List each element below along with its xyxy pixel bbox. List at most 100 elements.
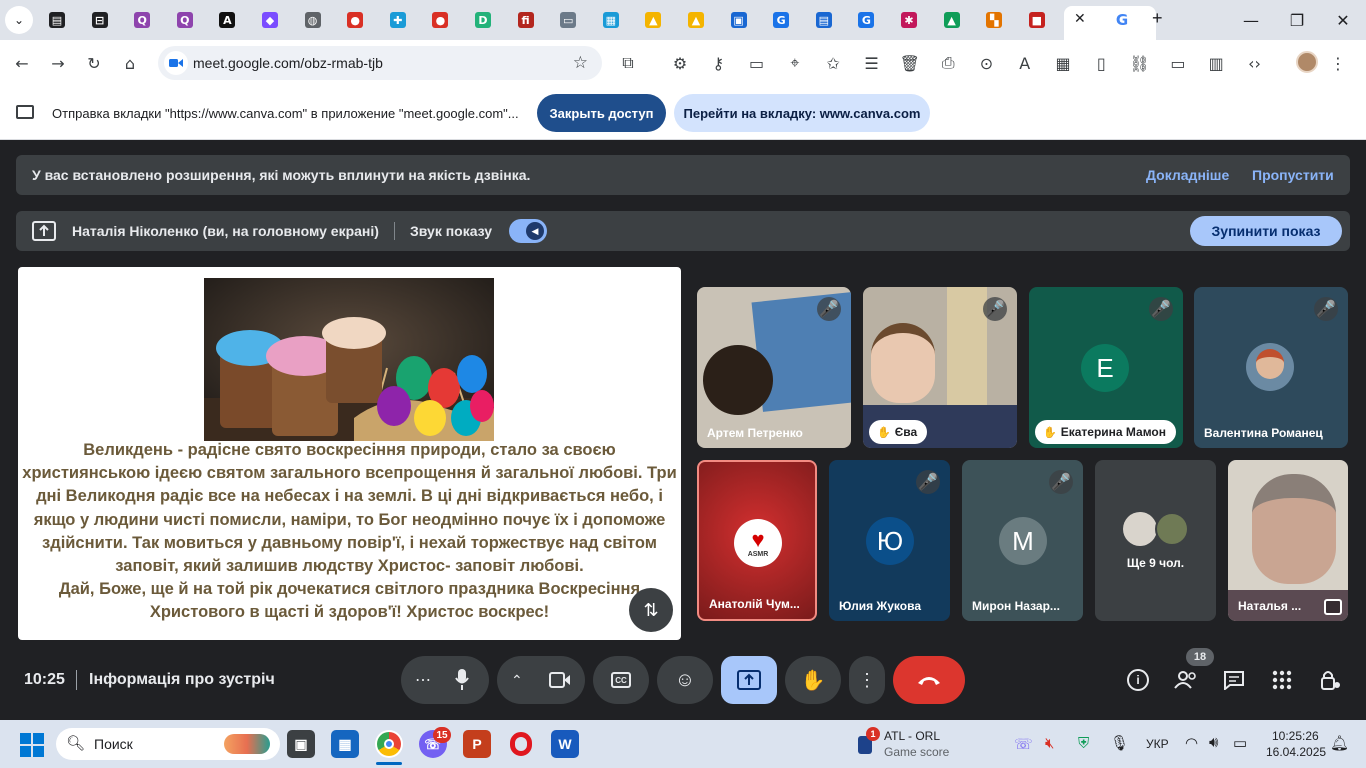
- browser-tab[interactable]: ▤: [42, 6, 72, 34]
- link-icon[interactable]: ⛓: [1128, 52, 1152, 74]
- swap-layout-button[interactable]: ⇅: [629, 588, 673, 632]
- windows-start-icon[interactable]: [20, 733, 44, 757]
- url-text[interactable]: meet.google.com/obz-rmab-tjb: [193, 55, 383, 71]
- chrome-icon[interactable]: [375, 730, 403, 758]
- clock-date[interactable]: 16.04.2025: [1266, 745, 1326, 759]
- profile-avatar[interactable]: [1296, 51, 1318, 73]
- reader-icon[interactable]: ☰: [860, 52, 884, 74]
- volume-icon[interactable]: 🔊︎: [1209, 734, 1218, 751]
- home-button[interactable]: ⌂: [118, 52, 142, 74]
- browser-tab[interactable]: ◆: [255, 6, 285, 34]
- activities-button[interactable]: [1266, 664, 1298, 696]
- viber-tray-icon[interactable]: ☏: [1014, 735, 1033, 753]
- browser-tab[interactable]: ▲: [681, 6, 711, 34]
- minimize-button[interactable]: —: [1228, 6, 1274, 34]
- chat-button[interactable]: [1218, 664, 1250, 696]
- learn-more-link[interactable]: Докладніше: [1146, 167, 1229, 183]
- browser-tab[interactable]: fi: [511, 6, 541, 34]
- browser-tab[interactable]: ▭: [553, 6, 583, 34]
- menu-dots-icon[interactable]: ⋮: [1326, 52, 1350, 74]
- more-options-button[interactable]: ⋮: [849, 656, 885, 704]
- battery-icon[interactable]: ▭: [1233, 734, 1247, 752]
- extensions-icon[interactable]: ⧉: [616, 52, 640, 74]
- print-edit-icon[interactable]: ⚙: [668, 52, 692, 74]
- pip-icon[interactable]: [1324, 599, 1342, 615]
- camera-button-group[interactable]: ⌃: [497, 656, 585, 704]
- taskbar-search[interactable]: 🔍︎ Поиск: [56, 728, 280, 760]
- browser-tab[interactable]: ●: [340, 6, 370, 34]
- browser-tab[interactable]: ✱: [894, 6, 924, 34]
- reload-button[interactable]: ↻: [82, 52, 106, 74]
- close-window-button[interactable]: ✕: [1320, 6, 1366, 34]
- meeting-details-button[interactable]: i: [1122, 664, 1154, 696]
- browser-tab[interactable]: G: [851, 6, 881, 34]
- browser-tab[interactable]: ▚: [979, 6, 1009, 34]
- lens-icon[interactable]: ⊙: [974, 52, 998, 74]
- translate-icon[interactable]: A: [1013, 52, 1037, 74]
- devices-icon[interactable]: ▭: [1166, 52, 1190, 74]
- browser-tab[interactable]: ✚: [383, 6, 413, 34]
- trash-icon[interactable]: 🗑︎: [898, 52, 922, 74]
- raise-hand-button[interactable]: ✋: [785, 656, 841, 704]
- code-icon[interactable]: ‹›: [1243, 52, 1267, 74]
- qr-icon[interactable]: ▦: [1051, 52, 1075, 74]
- browser-tab[interactable]: ●: [425, 6, 455, 34]
- clock-time[interactable]: 10:25:26: [1272, 729, 1319, 743]
- browser-tab[interactable]: ▲: [937, 6, 967, 34]
- tab-search-button[interactable]: ⌄: [4, 6, 34, 34]
- participant-tile-valentina[interactable]: 🎤 Валентина Романец: [1194, 287, 1348, 448]
- card-icon[interactable]: ▭: [745, 52, 769, 74]
- host-controls-button[interactable]: [1314, 664, 1346, 696]
- skip-link[interactable]: Пропустити: [1252, 167, 1334, 183]
- browser-tab[interactable]: Q: [127, 6, 157, 34]
- browser-tab[interactable]: ▤: [809, 6, 839, 34]
- share-sound-toggle[interactable]: ◀: [509, 219, 547, 243]
- new-tab-button[interactable]: +: [1152, 8, 1163, 29]
- store-icon[interactable]: ▦: [331, 730, 359, 758]
- close-tab-icon[interactable]: ✕: [1074, 10, 1086, 27]
- print-icon[interactable]: ⎙: [936, 52, 960, 74]
- active-tab[interactable]: G ✕: [1064, 6, 1156, 40]
- participant-tile-anatoliy[interactable]: ♥ ASMR Анатолій Чум...: [697, 460, 817, 621]
- forward-button[interactable]: →: [46, 52, 70, 74]
- browser-tab[interactable]: ■: [1022, 6, 1052, 34]
- browser-tab[interactable]: ▣: [724, 6, 754, 34]
- powerpoint-icon[interactable]: P: [463, 730, 491, 758]
- browser-tab[interactable]: G: [766, 6, 796, 34]
- participant-tile-natalya[interactable]: Наталья ...: [1228, 460, 1348, 621]
- browser-tab[interactable]: A: [212, 6, 242, 34]
- speaker-muted-tray-icon[interactable]: 🔇︎: [1045, 735, 1054, 752]
- captions-button[interactable]: CC: [593, 656, 649, 704]
- leave-call-button[interactable]: [893, 656, 965, 704]
- stop-sharing-button[interactable]: Закрыть доступ: [537, 94, 666, 132]
- browser-tab[interactable]: ▦: [596, 6, 626, 34]
- language-indicator[interactable]: УКР: [1146, 737, 1169, 751]
- news-title[interactable]: ATL - ORL: [884, 729, 940, 743]
- participant-tile-ekaterina[interactable]: E 🎤 ✋ Екатерина Мамон: [1029, 287, 1183, 448]
- reactions-button[interactable]: ☺: [657, 656, 713, 704]
- mic-button-group[interactable]: ⋯: [401, 656, 489, 704]
- back-button[interactable]: ←: [10, 52, 34, 74]
- browser-tab[interactable]: ⊟: [85, 6, 115, 34]
- address-bar[interactable]: meet.google.com/obz-rmab-tjb ☆: [158, 46, 602, 80]
- star-list-icon[interactable]: ✩: [821, 52, 845, 74]
- participant-tile-eva[interactable]: 🎤 ✋ Єва: [863, 287, 1017, 448]
- participant-tile-miron[interactable]: M 🎤 Мирон Назар...: [962, 460, 1083, 621]
- people-button[interactable]: [1170, 664, 1202, 696]
- participant-tile-artem[interactable]: 🎤 Артем Петренко: [697, 287, 851, 448]
- chevron-up-icon[interactable]: ⌃: [511, 672, 523, 689]
- opera-icon[interactable]: [507, 730, 535, 758]
- microphone-tray-icon[interactable]: 🎙︎: [1110, 734, 1129, 752]
- present-button[interactable]: [721, 656, 777, 704]
- security-tray-icon[interactable]: ⛨: [1078, 735, 1089, 752]
- wifi-icon[interactable]: ◠: [1185, 734, 1198, 752]
- stop-presenting-button[interactable]: Зупинити показ: [1190, 216, 1342, 246]
- notifications-bell-icon[interactable]: 🔔︎: [1330, 734, 1349, 752]
- camera-icon[interactable]: [164, 51, 188, 75]
- location-pin-icon[interactable]: ⌖: [783, 52, 807, 74]
- browser-tab[interactable]: D: [468, 6, 498, 34]
- task-view-icon[interactable]: ▣: [287, 730, 315, 758]
- browser-tab[interactable]: Q: [170, 6, 200, 34]
- more-participants-tile[interactable]: Ще 9 чол.: [1095, 460, 1216, 621]
- word-icon[interactable]: W: [551, 730, 579, 758]
